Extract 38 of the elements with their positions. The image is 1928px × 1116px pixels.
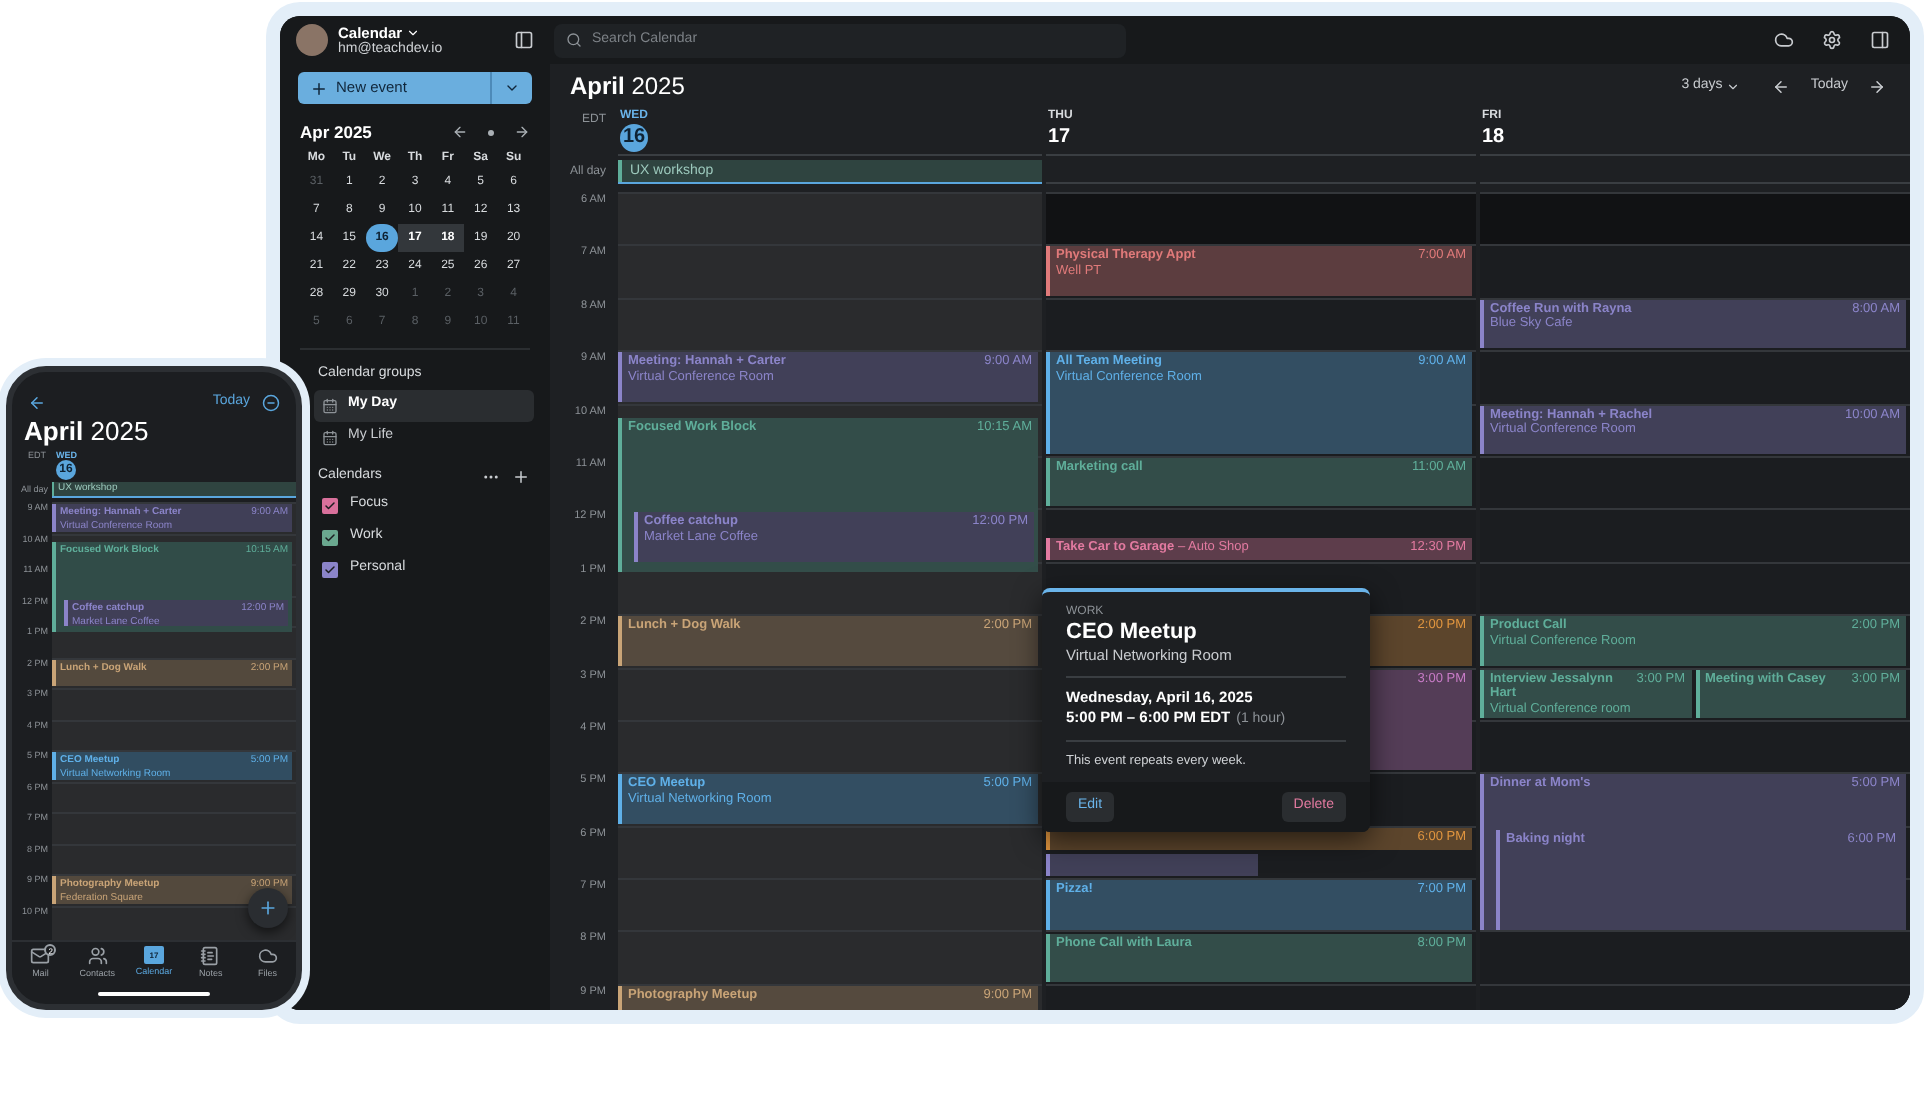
next-month-icon[interactable] (514, 124, 530, 140)
plus-icon (310, 79, 328, 97)
panel-icon[interactable] (1870, 30, 1890, 50)
check-icon (324, 563, 336, 575)
sidebar-toggle-icon[interactable] (514, 30, 534, 50)
mail-icon (30, 945, 51, 966)
add-icon[interactable] (512, 468, 530, 486)
popup-title: CEO Meetup (1066, 620, 1199, 646)
calendar-icon (322, 429, 338, 445)
cloud-icon[interactable] (1774, 30, 1794, 50)
cloud-icon (257, 945, 278, 966)
previous-month-icon[interactable] (452, 124, 468, 140)
mini-calendar-title: Apr 2025 (300, 119, 372, 145)
day-number[interactable]: 16 (620, 124, 648, 152)
calendar-checkbox[interactable] (322, 561, 338, 577)
avatar[interactable] (296, 24, 328, 56)
previous-icon[interactable] (1772, 77, 1791, 95)
day-number[interactable]: 18 (1482, 124, 1505, 152)
day-number[interactable]: 17 (1048, 124, 1071, 152)
month-title: April 2025 (570, 70, 685, 104)
calendar-checkbox[interactable] (322, 529, 338, 545)
next-icon[interactable] (1868, 77, 1886, 95)
settings-icon[interactable] (1822, 30, 1842, 50)
month-title: April 2025 (22, 416, 151, 448)
back-icon[interactable] (28, 393, 46, 411)
notes-icon (200, 945, 221, 966)
search-icon (566, 32, 582, 48)
calendar-icon (322, 397, 338, 413)
chevron-icon (504, 80, 520, 96)
chevron-icon (1726, 79, 1741, 93)
check-icon (324, 531, 336, 543)
plus-icon (258, 898, 278, 918)
calendar-checkbox[interactable] (322, 497, 338, 513)
home-indicator (98, 992, 210, 996)
chevron-icon (406, 25, 421, 39)
minus-circle-icon[interactable] (262, 393, 280, 411)
contacts-icon (87, 945, 108, 966)
check-icon (324, 499, 336, 511)
